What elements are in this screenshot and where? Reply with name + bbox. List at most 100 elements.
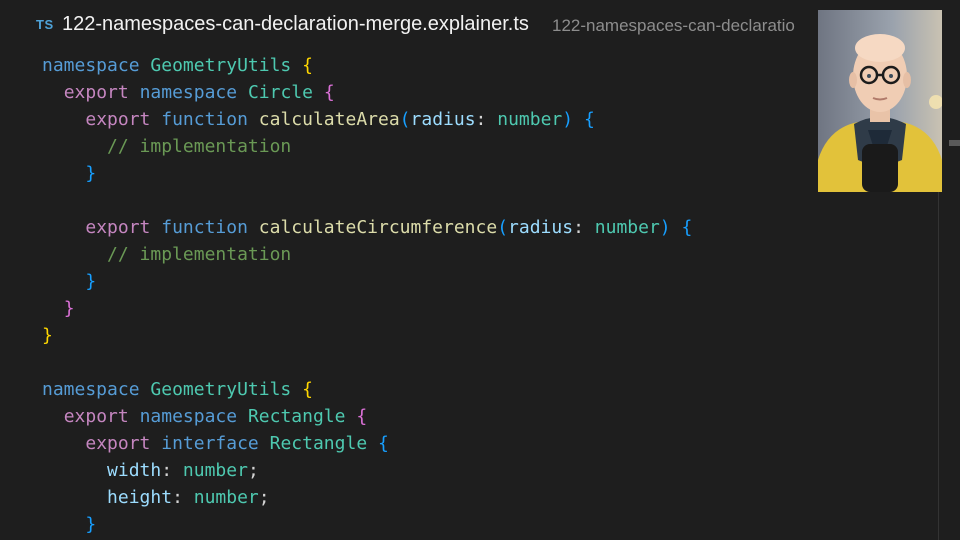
code-editor[interactable]: namespace GeometryUtils { export namespa…	[0, 52, 938, 540]
code-line[interactable]: }	[42, 268, 96, 295]
code-token: number	[193, 487, 259, 508]
code-token: export	[85, 217, 151, 238]
code-token: export	[85, 433, 151, 454]
code-token: {	[356, 406, 368, 427]
code-line[interactable]: }	[42, 511, 96, 538]
code-line[interactable]: export function calculateArea(radius: nu…	[42, 106, 595, 133]
code-token: height	[107, 487, 173, 508]
code-token: // implementation	[107, 136, 292, 157]
scrollbar-thumb[interactable]	[949, 140, 960, 146]
code-token: Circle	[247, 82, 313, 103]
code-token: }	[63, 298, 75, 319]
code-token: radius	[508, 217, 574, 238]
code-token: }	[85, 271, 97, 292]
code-token: Rectangle	[269, 433, 368, 454]
code-line[interactable]: width: number;	[42, 457, 259, 484]
code-token: width	[107, 460, 162, 481]
code-token: number	[182, 460, 248, 481]
code-token: number	[497, 109, 563, 130]
code-token: (	[497, 217, 509, 238]
code-token: calculateCircumference	[258, 217, 498, 238]
code-line[interactable]: }	[42, 322, 53, 349]
code-token: namespace	[42, 379, 140, 400]
code-token: interface	[161, 433, 259, 454]
presenter-avatar	[818, 10, 942, 192]
code-token: {	[302, 55, 313, 76]
code-token: Rectangle	[247, 406, 346, 427]
code-token: }	[85, 163, 97, 184]
code-token: GeometryUtils	[150, 379, 292, 400]
code-line[interactable]: height: number;	[42, 484, 270, 511]
code-token: namespace	[139, 406, 238, 427]
code-token: function	[161, 109, 248, 130]
code-token: export	[63, 406, 129, 427]
active-tab-title[interactable]: 122-namespaces-can-declaration-merge.exp…	[62, 13, 529, 36]
code-token: calculateArea	[258, 109, 400, 130]
code-line[interactable]: // implementation	[42, 241, 291, 268]
code-token: ;	[258, 487, 270, 508]
code-line[interactable]: namespace GeometryUtils {	[42, 376, 313, 403]
code-line[interactable]: export interface Rectangle {	[42, 430, 389, 457]
code-token: {	[681, 217, 693, 238]
code-line[interactable]: }	[42, 160, 96, 187]
code-token: function	[161, 217, 248, 238]
code-token: }	[85, 514, 97, 535]
code-token: :	[172, 487, 194, 508]
code-token: export	[63, 82, 129, 103]
code-token: number	[594, 217, 660, 238]
code-token: namespace	[139, 82, 238, 103]
code-line[interactable]: namespace GeometryUtils {	[42, 52, 313, 79]
code-line[interactable]: // implementation	[42, 133, 291, 160]
code-token: )	[659, 217, 671, 238]
code-token: radius	[410, 109, 476, 130]
code-token: {	[302, 379, 313, 400]
breadcrumb-path[interactable]: 122-namespaces-can-declaratio	[552, 16, 795, 36]
code-token: namespace	[42, 55, 140, 76]
code-line[interactable]: export namespace Circle {	[42, 79, 335, 106]
code-token: export	[85, 109, 151, 130]
typescript-file-icon: TS	[36, 17, 54, 32]
code-token: (	[399, 109, 411, 130]
code-token: GeometryUtils	[150, 55, 292, 76]
editor-tab-bar: TS 122-namespaces-can-declaration-merge.…	[0, 0, 960, 52]
presenter-webcam-overlay	[818, 10, 942, 192]
code-token: {	[323, 82, 335, 103]
code-token: :	[573, 217, 595, 238]
code-token: :	[475, 109, 498, 130]
code-token: )	[562, 109, 574, 130]
code-token: }	[42, 325, 53, 346]
code-line[interactable]: export function calculateCircumference(r…	[42, 214, 692, 241]
code-token: // implementation	[107, 244, 292, 265]
code-token: {	[378, 433, 389, 454]
code-token: {	[583, 109, 595, 130]
code-line[interactable]: }	[42, 295, 75, 322]
code-line[interactable]: export namespace Rectangle {	[42, 403, 368, 430]
